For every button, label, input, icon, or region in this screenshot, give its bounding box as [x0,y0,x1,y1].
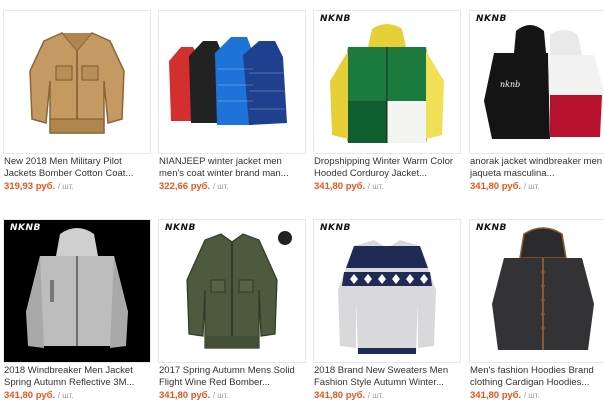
product-title-line[interactable]: Jackets Bomber Cotton Coat... [4,168,154,180]
product-title-line[interactable]: jaqueta masculina... [470,168,604,180]
product-title-line[interactable]: Flight Wine Red Bomber... [159,377,309,389]
product-title-line[interactable]: men's coat winter brand man... [159,168,309,180]
product-title-line[interactable]: New 2018 Men Military Pilot [4,156,154,168]
price-unit: / шт. [57,182,74,191]
product-price: 341,80 руб. [314,181,366,192]
product-title-line[interactable]: 2018 Brand New Sweaters Men [314,365,464,377]
brand-logo: NKNB [10,223,41,233]
product-title-line[interactable]: Fashion Style Autumn Winter... [314,377,464,389]
price-row: 341,80 руб. / шт. [314,181,384,192]
product-title-line[interactable]: NIANJEEP winter jacket men [159,156,309,168]
brand-logo: NKNB [165,223,196,233]
dark-hoodie-cardigan-image [492,227,594,350]
price-row: 341,80 руб. / шт. [470,390,540,401]
product-image[interactable]: NKNB [3,219,151,363]
product-title-line[interactable]: Men's fashion Hoodies Brand [470,365,604,377]
product-title-line[interactable]: 2018 Windbreaker Men Jacket [4,365,154,377]
price-row: 319,93 руб. / шт. [4,181,74,192]
product-title[interactable]: Dropshipping Winter Warm Color Hooded Co… [314,156,464,180]
price-row: 341,80 руб. / шт. [4,390,74,401]
price-unit: / шт. [367,182,384,191]
price-unit: / шт. [523,182,540,191]
product-image[interactable]: NKNB [313,219,461,363]
product-title-line[interactable]: 2017 Spring Autumn Mens Solid [159,365,309,377]
price-row: 341,80 руб. / шт. [314,390,384,401]
price-unit: / шт. [57,391,74,400]
product-title[interactable]: anorak jacket windbreaker men jaqueta ma… [470,156,604,180]
product-image[interactable]: NKNB [313,10,461,154]
product-title-line[interactable]: Dropshipping Winter Warm Color [314,156,464,168]
product-image[interactable]: NKNB [158,219,306,363]
brand-logo: NKNB [476,14,507,24]
product-title[interactable]: 2018 Brand New Sweaters Men Fashion Styl… [314,365,464,389]
product-title-line[interactable]: Spring Autumn Reflective 3M... [4,377,154,389]
product-title[interactable]: 2018 Windbreaker Men Jacket Spring Autum… [4,365,154,389]
price-unit: / шт. [212,182,229,191]
product-title-line[interactable]: Hooded Corduroy Jacket... [314,168,464,180]
product-title[interactable]: NIANJEEP winter jacket men men's coat wi… [159,156,309,180]
product-price: 341,80 руб. [470,390,522,401]
product-price: 341,80 руб. [314,390,366,401]
puffer-jackets-image [169,37,287,125]
product-image[interactable]: NKNB nknb [469,10,604,154]
product-image[interactable] [158,10,306,154]
reflective-windbreaker-image [26,228,128,348]
product-price: 322,66 руб. [159,181,211,192]
product-image[interactable]: NKNB [469,219,604,363]
tan-military-jacket-image [29,32,125,134]
price-unit: / шт. [367,391,384,400]
product-price: 341,80 руб. [4,390,56,401]
brand-logo: NKNB [320,223,351,233]
product-title-line[interactable]: clothing Cardigan Hoodies... [470,377,604,389]
product-price: 341,80 руб. [470,181,522,192]
product-title-line[interactable]: anorak jacket windbreaker men [470,156,604,168]
product-image[interactable] [3,10,151,154]
svg-text:nknb: nknb [500,80,520,89]
price-unit: / шт. [212,391,229,400]
brand-logo: NKNB [476,223,507,233]
green-bomber-jacket-image [186,231,292,349]
price-unit: / шт. [523,391,540,400]
price-row: 341,80 руб. / шт. [159,390,229,401]
patterned-sweater-image [338,240,436,354]
product-title[interactable]: 2017 Spring Autumn Mens Solid Flight Win… [159,365,309,389]
price-row: 322,66 руб. / шт. [159,181,229,192]
price-row: 341,80 руб. / шт. [470,181,540,192]
brand-logo: NKNB [320,14,351,24]
anorak-windbreaker-image: nknb [484,25,604,139]
colorblock-hoodie-image [330,24,444,143]
product-price: 319,93 руб. [4,181,56,192]
product-title[interactable]: New 2018 Men Military Pilot Jackets Bomb… [4,156,154,180]
product-price: 341,80 руб. [159,390,211,401]
product-title[interactable]: Men's fashion Hoodies Brand clothing Car… [470,365,604,389]
